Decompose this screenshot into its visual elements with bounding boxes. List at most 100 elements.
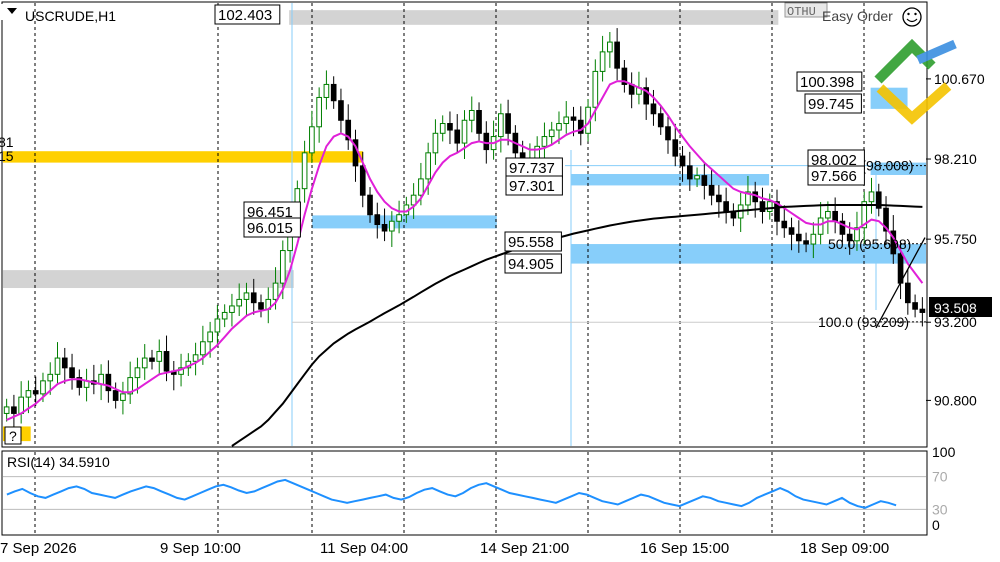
candle-body-92 — [672, 139, 679, 157]
x-tick-label-1: 9 Sep 10:00 — [160, 540, 241, 557]
candle-body-49 — [359, 165, 366, 196]
candle-body-57 — [418, 178, 424, 196]
candle-body-58 — [425, 152, 431, 180]
candle-body-78 — [570, 116, 577, 121]
candle-body-105 — [766, 201, 773, 212]
candle-body-32 — [236, 298, 243, 307]
header-bg — [0, 4, 6, 20]
candle-body-52 — [381, 224, 388, 232]
candle-body-125 — [912, 302, 918, 310]
x-tick-label-3: 14 Sep 21:00 — [480, 540, 569, 557]
candle-body-46 — [338, 100, 344, 121]
rsi-label: RSI(14) 34.5910 — [7, 454, 110, 470]
candle-body-26 — [192, 354, 199, 362]
y-tick-label-4: 100.670 — [934, 71, 985, 87]
candle-body-96 — [701, 175, 708, 186]
candle-body-98 — [716, 194, 722, 203]
price-box-text-4: 97.301 — [509, 178, 555, 195]
candle-body-13 — [98, 373, 104, 385]
candle-body-82 — [599, 51, 606, 72]
candle-body-108 — [788, 227, 795, 235]
candle-body-65 — [476, 109, 482, 134]
candle-body-62 — [454, 129, 461, 144]
price-axis: 90.80093.20095.75098.210100.670 — [926, 71, 985, 408]
help-icon[interactable]: ? — [9, 428, 17, 444]
price-box-text-1: 100.398 — [800, 74, 854, 91]
chart-canvas[interactable]: 0.0 (98.008)50.0 (95.608)100.0 (93.209) … — [0, 0, 1000, 562]
zone-0 — [3, 151, 363, 163]
x-tick-label-5: 18 Sep 09:00 — [800, 540, 889, 557]
y-tick-label-2: 95.750 — [934, 231, 977, 247]
candle-body-37 — [272, 282, 279, 300]
time-axis: 7 Sep 2026 9 Sep 10:00 11 Sep 04:00 14 Sep … — [0, 540, 889, 557]
candle-body-110 — [803, 240, 809, 245]
candle-body-97 — [708, 184, 715, 196]
candle-body-19 — [141, 357, 148, 369]
candle-body-45 — [330, 83, 337, 102]
candle-body-42 — [309, 126, 315, 154]
candle-body-64 — [468, 109, 475, 121]
candle-body-16 — [120, 393, 126, 401]
candle-body-1 — [11, 406, 17, 414]
one-click-buttons-text: OTHU — [787, 5, 816, 19]
zone-2 — [312, 215, 497, 229]
candle-body-126 — [919, 308, 926, 313]
candle-body-27 — [200, 341, 206, 356]
candle-body-51 — [374, 214, 381, 225]
candle-body-31 — [229, 305, 235, 313]
candle-body-114 — [832, 210, 838, 222]
candle-body-81 — [592, 70, 599, 108]
candle-body-28 — [207, 331, 213, 343]
candle-body-9 — [69, 367, 75, 379]
candle-body-33 — [243, 292, 250, 300]
candle-body-61 — [447, 123, 453, 131]
candle-body-59 — [432, 132, 439, 154]
candle-body-124 — [905, 282, 911, 304]
candle-body-84 — [614, 41, 620, 69]
candle-body-91 — [665, 126, 671, 141]
candle-body-119 — [868, 191, 875, 203]
rsi-axis: 100 70 300 — [932, 444, 956, 533]
price-box-text-6: 96.015 — [247, 220, 293, 237]
candle-body-2 — [18, 396, 24, 414]
rsi-axis-label-2: 30 — [932, 501, 948, 517]
y-tick-label-3: 98.210 — [934, 151, 977, 167]
candle-body-41 — [301, 152, 308, 190]
price-box-text-8: 94.905 — [508, 256, 554, 273]
candle-body-6 — [47, 373, 54, 382]
candle-body-5 — [40, 380, 46, 395]
candle-body-8 — [61, 357, 68, 369]
candle-body-14 — [105, 373, 112, 392]
candle-body-60 — [439, 123, 446, 134]
candle-body-93 — [679, 155, 686, 167]
candle-body-54 — [396, 214, 402, 222]
candle-body-22 — [163, 351, 170, 372]
rsi-axis-label-1: 70 — [932, 469, 948, 485]
candle-body-90 — [657, 113, 664, 128]
candle-body-77 — [563, 116, 570, 125]
price-box-text-10: 97.566 — [811, 168, 857, 185]
candle-body-74 — [541, 136, 548, 147]
price-box-text-7: 95.558 — [508, 234, 554, 251]
candle-body-7 — [54, 357, 61, 375]
zone-1 — [3, 270, 294, 289]
zone-7 — [289, 10, 779, 25]
price-box-text-0: 102.403 — [218, 7, 272, 24]
x-tick-label-0: 7 Sep 2026 — [0, 540, 77, 557]
zone-3 — [570, 174, 770, 186]
fib-label-1: 50.0 (95.608) — [828, 236, 911, 252]
candle-body-30 — [221, 311, 228, 320]
candle-body-0 — [3, 406, 10, 414]
current-price-tag: 93.508 — [934, 300, 977, 316]
candle-body-83 — [607, 41, 613, 53]
candle-body-111 — [810, 233, 817, 245]
smiley-eye-right — [914, 12, 917, 16]
candle-body-76 — [556, 123, 562, 131]
left-clipped-label-1: 15 — [0, 148, 14, 164]
price-box-text-3: 97.737 — [509, 160, 555, 177]
candle-body-35 — [258, 302, 264, 310]
candle-body-15 — [112, 390, 119, 401]
candle-body-43 — [316, 96, 322, 128]
easy-order-label[interactable]: Easy Order — [822, 8, 893, 24]
x-tick-label-4: 16 Sep 15:00 — [640, 540, 729, 557]
